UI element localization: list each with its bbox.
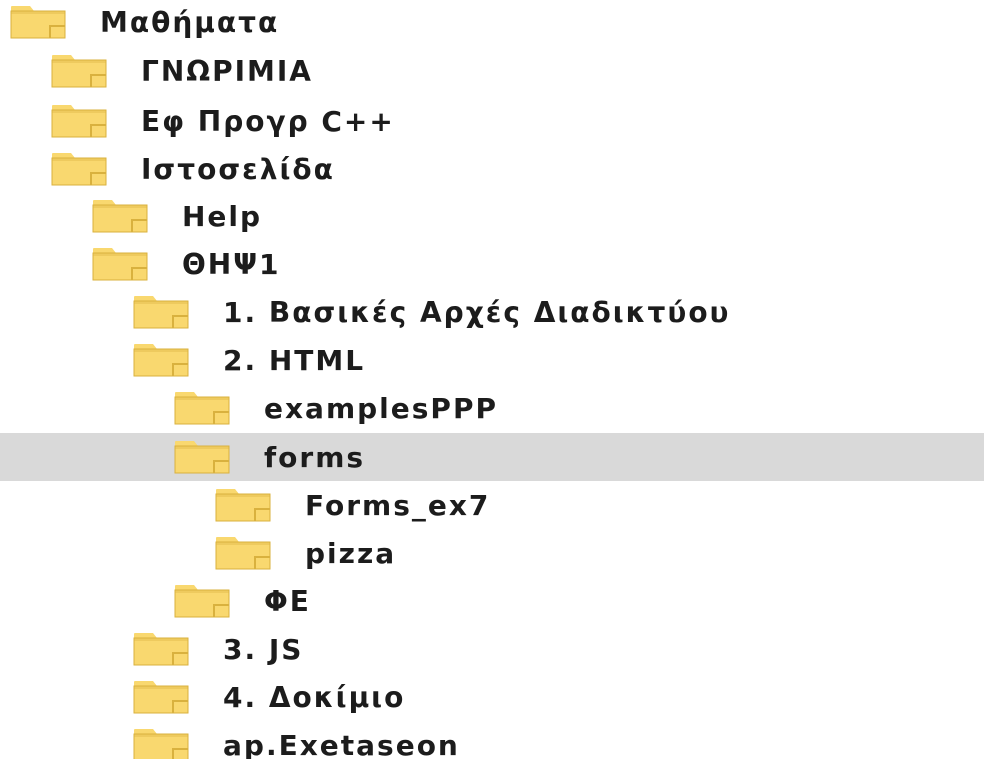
folder-icon [133,728,189,759]
tree-item[interactable]: Μαθήματα [0,0,984,46]
folder-icon [133,632,189,666]
tree-item-label: 4. Δοκίμιο [223,680,406,714]
tree-item-label: Εφ Προγρ C++ [141,104,395,138]
tree-item-label: 3. JS [223,632,304,666]
tree-item[interactable]: ΦΕ [0,577,984,625]
tree-item[interactable]: Forms_ex7 [0,481,984,529]
tree-item[interactable]: Help [0,192,984,240]
tree-item-label: Help [182,199,263,233]
tree-item[interactable]: 1. Βασικές Αρχές Διαδικτύου [0,288,984,336]
tree-item-label: 2. HTML [223,343,366,377]
folder-icon [92,199,148,233]
tree-item[interactable]: ap.Exetaseon [0,721,984,759]
tree-item-label: ΦΕ [264,584,311,618]
tree-item[interactable]: 3. JS [0,625,984,673]
tree-item-label: 1. Βασικές Αρχές Διαδικτύου [223,295,731,329]
tree-item-label: Ιστοσελίδα [141,152,335,186]
folder-icon [215,488,271,522]
folder-icon [174,391,230,425]
folder-icon [133,343,189,377]
tree-item-label: ap.Exetaseon [223,728,460,759]
tree-item[interactable]: ΘΗΨ1 [0,240,984,288]
tree-item-label: ΘΗΨ1 [182,247,281,281]
folder-icon [51,104,107,138]
tree-item[interactable]: forms [0,433,984,481]
tree-item[interactable]: examplesPPP [0,384,984,432]
tree-item[interactable]: ΓΝΩΡΙΜΙΑ [0,47,984,95]
tree-item[interactable]: pizza [0,529,984,577]
folder-tree: Μαθήματα ΓΝΩΡΙΜΙΑ Εφ Προγρ C++ Ιστοσελίδα He… [0,0,984,759]
folder-icon [174,440,230,474]
folder-icon [51,152,107,186]
folder-icon [92,247,148,281]
tree-item-label: ΓΝΩΡΙΜΙΑ [141,54,313,88]
tree-item[interactable]: 4. Δοκίμιο [0,673,984,721]
tree-item[interactable]: Ιστοσελίδα [0,145,984,193]
tree-item-label: examplesPPP [264,391,498,425]
tree-item[interactable]: Εφ Προγρ C++ [0,97,984,145]
folder-icon [174,584,230,618]
folder-icon [133,680,189,714]
tree-item-label: forms [264,440,366,474]
folder-icon [215,536,271,570]
tree-item[interactable]: 2. HTML [0,336,984,384]
folder-icon [133,295,189,329]
folder-icon [10,5,66,39]
tree-item-label: pizza [305,536,397,570]
tree-item-label: Μαθήματα [100,5,280,39]
tree-item-label: Forms_ex7 [305,488,491,522]
folder-icon [51,54,107,88]
